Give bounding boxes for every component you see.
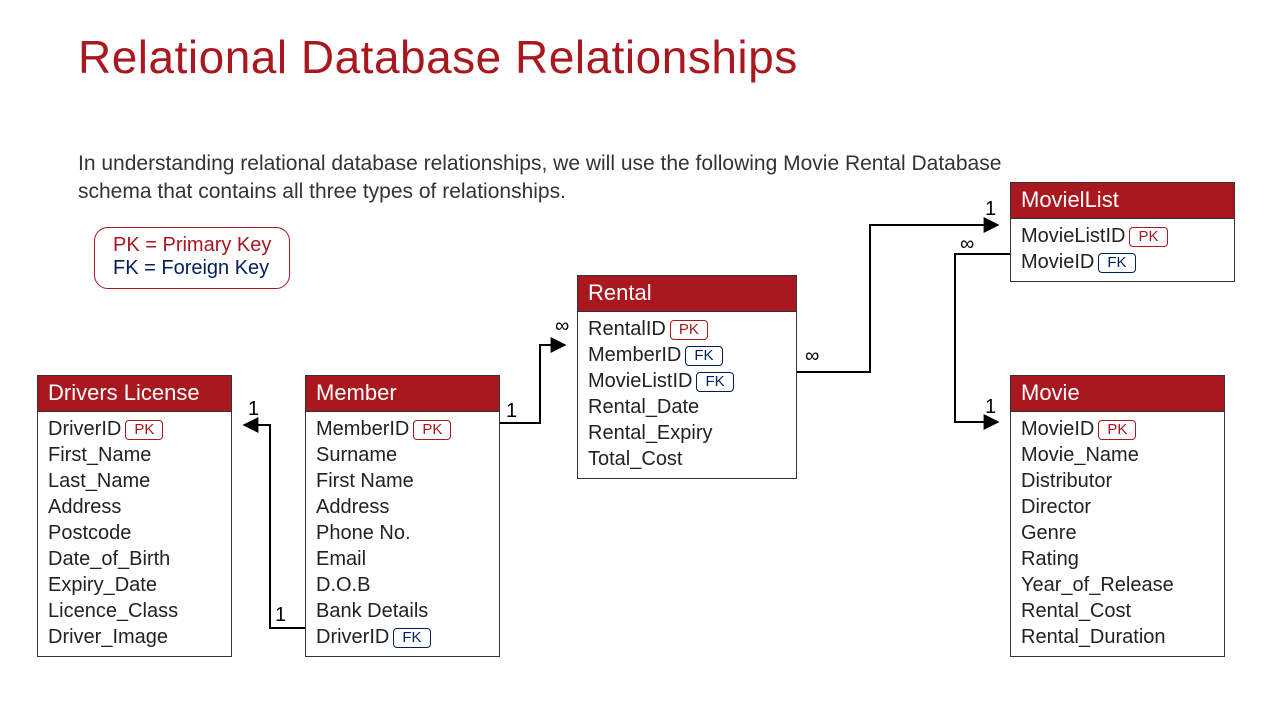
entity-header-member: Member (306, 376, 499, 412)
entity-header-movie: Movie (1011, 376, 1224, 412)
field: Driver_Image (48, 624, 221, 650)
fk-badge: FK (1098, 253, 1135, 273)
entity-body-member: MemberIDPK Surname First Name Address Ph… (306, 412, 499, 656)
cardinality-one: 1 (248, 398, 259, 421)
legend-pk: PK = Primary Key (113, 234, 271, 257)
cardinality-many: ∞ (960, 233, 974, 256)
fk-badge: FK (685, 346, 722, 366)
fk-badge: FK (393, 628, 430, 648)
pk-badge: PK (1129, 227, 1167, 247)
field: Rental_Expiry (588, 420, 786, 446)
entity-header-rental: Rental (578, 276, 796, 312)
pk-badge: PK (413, 420, 451, 440)
field: MemberIDPK (316, 416, 489, 442)
pk-badge: PK (1098, 420, 1136, 440)
field: Address (48, 494, 221, 520)
entity-movielist: MovielList MovieListIDPK MovieIDFK (1010, 182, 1235, 282)
pk-badge: PK (125, 420, 163, 440)
entity-header-drivers: Drivers License (38, 376, 231, 412)
cardinality-one: 1 (275, 604, 286, 627)
field: Distributor (1021, 468, 1214, 494)
field: Address (316, 494, 489, 520)
entity-member: Member MemberIDPK Surname First Name Add… (305, 375, 500, 657)
field: Genre (1021, 520, 1214, 546)
field: Last_Name (48, 468, 221, 494)
entity-body-movielist: MovieListIDPK MovieIDFK (1011, 219, 1234, 281)
field: Surname (316, 442, 489, 468)
field: Rental_Cost (1021, 598, 1214, 624)
cardinality-many: ∞ (805, 345, 819, 368)
field: MemberIDFK (588, 342, 786, 368)
field: Postcode (48, 520, 221, 546)
field: Rental_Duration (1021, 624, 1214, 650)
field: Phone No. (316, 520, 489, 546)
fk-badge: FK (696, 372, 733, 392)
field: RentalIDPK (588, 316, 786, 342)
field: DriverIDFK (316, 624, 489, 650)
field: D.O.B (316, 572, 489, 598)
key-legend: PK = Primary Key FK = Foreign Key (94, 227, 290, 289)
cardinality-one: 1 (506, 400, 517, 423)
cardinality-one: 1 (985, 396, 996, 419)
field: Rating (1021, 546, 1214, 572)
field: DriverIDPK (48, 416, 221, 442)
legend-fk: FK = Foreign Key (113, 257, 271, 280)
entity-rental: Rental RentalIDPK MemberIDFK MovieListID… (577, 275, 797, 479)
entity-movie: Movie MovieIDPK Movie_Name Distributor D… (1010, 375, 1225, 657)
field: Date_of_Birth (48, 546, 221, 572)
field: First Name (316, 468, 489, 494)
entity-body-rental: RentalIDPK MemberIDFK MovieListIDFK Rent… (578, 312, 796, 478)
field: Movie_Name (1021, 442, 1214, 468)
field: Expiry_Date (48, 572, 221, 598)
field: Year_of_Release (1021, 572, 1214, 598)
page-title: Relational Database Relationships (78, 30, 798, 84)
field: Director (1021, 494, 1214, 520)
entity-body-movie: MovieIDPK Movie_Name Distributor Directo… (1011, 412, 1224, 656)
entity-drivers-license: Drivers License DriverIDPK First_Name La… (37, 375, 232, 657)
field: Rental_Date (588, 394, 786, 420)
intro-text: In understanding relational database rel… (78, 150, 1018, 207)
pk-badge: PK (670, 320, 708, 340)
field: Total_Cost (588, 446, 786, 472)
field: MovieListIDFK (588, 368, 786, 394)
entity-body-drivers: DriverIDPK First_Name Last_Name Address … (38, 412, 231, 656)
field: Licence_Class (48, 598, 221, 624)
field: Email (316, 546, 489, 572)
field: MovieListIDPK (1021, 223, 1224, 249)
field: MovieIDFK (1021, 249, 1224, 275)
entity-header-movielist: MovielList (1011, 183, 1234, 219)
cardinality-many: ∞ (555, 315, 569, 338)
field: Bank Details (316, 598, 489, 624)
cardinality-one: 1 (985, 198, 996, 221)
field: First_Name (48, 442, 221, 468)
field: MovieIDPK (1021, 416, 1214, 442)
